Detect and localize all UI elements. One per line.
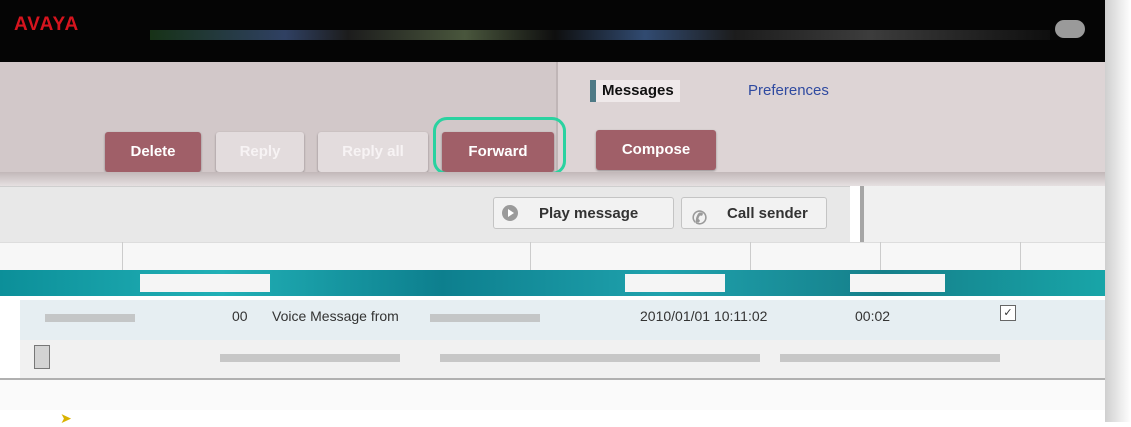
footer-area (0, 378, 1110, 410)
length-cell: 00:02 (855, 308, 891, 324)
message-list-header (0, 242, 1105, 271)
row-checkbox[interactable]: ✓ (1000, 305, 1016, 321)
delete-button[interactable]: Delete (105, 132, 201, 172)
redacted-sender (430, 314, 540, 322)
tab-messages[interactable]: Messages (590, 80, 680, 102)
play-icon (502, 205, 518, 221)
top-banner: AVAYA (0, 0, 1110, 62)
column-divider (122, 242, 123, 270)
column-divider (1020, 242, 1021, 270)
redacted-text (440, 354, 760, 362)
redacted-text (220, 354, 400, 362)
side-panel (860, 186, 1109, 242)
select-checkbox[interactable] (34, 345, 50, 369)
column-divider (750, 242, 751, 270)
selection-bar-segment (850, 274, 945, 292)
avaya-logo: AVAYA (14, 14, 80, 35)
call-sender-label: Call sender (727, 205, 808, 222)
forward-highlight (433, 117, 566, 175)
play-message-button[interactable]: Play message (493, 197, 674, 229)
play-message-label: Play message (539, 205, 639, 222)
table-row[interactable] (20, 300, 1105, 340)
selection-bar-segment (625, 274, 725, 292)
window-edge (1105, 0, 1131, 422)
received-cell: 2010/01/01 10:11:02 (640, 308, 768, 324)
compose-button[interactable]: Compose (596, 130, 716, 170)
redacted-text (780, 354, 1000, 362)
reply-button[interactable]: Reply (216, 132, 304, 172)
selection-bar-segment (140, 274, 270, 292)
redacted-caller (45, 314, 135, 322)
duration-cell: 00 (232, 308, 248, 324)
subject-cell: Voice Message from (272, 308, 399, 324)
toolbar-shadow (0, 172, 1105, 186)
phone-icon: ✆ (692, 208, 708, 228)
reply-all-button[interactable]: Reply all (318, 132, 428, 172)
call-sender-button[interactable]: ✆ Call sender (681, 197, 827, 229)
user-menu-icon[interactable] (1055, 20, 1085, 38)
column-divider (530, 242, 531, 270)
banner-graphic (150, 30, 1050, 40)
column-divider (880, 242, 881, 270)
tab-preferences[interactable]: Preferences (748, 80, 829, 102)
pointer-icon: ➤ (60, 410, 72, 426)
